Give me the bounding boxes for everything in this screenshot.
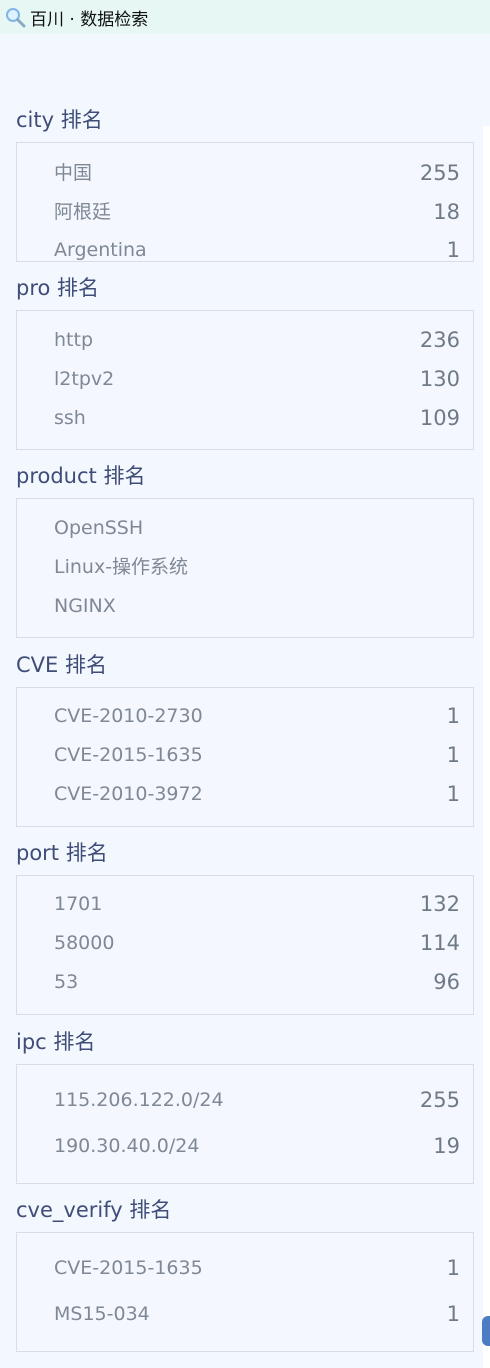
ranking-panel-ipc[interactable]: 115.206.122.0/24 255 190.30.40.0/24 19 (16, 1064, 474, 1184)
item-count: 255 (419, 1088, 460, 1112)
item-count: 18 (433, 200, 460, 224)
scroll-handle[interactable] (482, 1316, 490, 1346)
search-icon (6, 8, 26, 28)
item-label: MS15-034 (54, 1303, 150, 1325)
ranking-panel-pro[interactable]: http 236 l2tpv2 130 ssh 109 (16, 310, 474, 450)
section-ipc: ipc 排名 115.206.122.0/24 255 190.30.40.0/… (16, 1028, 474, 1186)
list-item[interactable]: 53 96 (17, 968, 473, 996)
list-item[interactable]: 58000 114 (17, 929, 473, 957)
item-label: CVE-2015-1635 (54, 1257, 203, 1279)
list-item[interactable]: 阿根廷 18 (17, 198, 473, 226)
list-item[interactable]: Linux-操作系统 (17, 553, 473, 581)
section-title-product: product 排名 (16, 464, 146, 488)
list-item[interactable]: ssh 109 (17, 404, 473, 432)
item-label: OpenSSH (54, 517, 144, 539)
list-item[interactable]: CVE-2015-1635 1 (17, 1254, 473, 1282)
title-bar: 百川 · 数据检索 (0, 0, 490, 34)
item-label: CVE-2015-1635 (54, 744, 203, 766)
section-title-city: city 排名 (16, 108, 103, 132)
list-item[interactable]: CVE-2010-3972 1 (17, 780, 473, 808)
list-item[interactable]: 190.30.40.0/24 19 (17, 1132, 473, 1160)
ranking-panel-product[interactable]: OpenSSH Linux-操作系统 NGINX (16, 498, 474, 638)
item-count: 1 (446, 743, 460, 767)
item-label: 53 (54, 971, 79, 993)
item-label: 1701 (54, 893, 103, 915)
section-product: product 排名 OpenSSH Linux-操作系统 NGINX (16, 462, 474, 642)
item-count: 19 (433, 1134, 460, 1158)
item-label: NGINX (54, 595, 116, 617)
item-label: CVE-2010-3972 (54, 783, 203, 805)
item-count: 1 (446, 1302, 460, 1326)
section-cve-verify: cve_verify 排名 CVE-2015-1635 1 MS15-034 1 (16, 1196, 474, 1354)
item-count: 1 (446, 238, 460, 262)
section-cve: CVE 排名 CVE-2010-2730 1 CVE-2015-1635 1 C… (16, 651, 474, 829)
list-item[interactable]: OpenSSH (17, 514, 473, 542)
item-label: l2tpv2 (54, 368, 115, 390)
list-item[interactable]: 中国 255 (17, 159, 473, 187)
item-label: CVE-2010-2730 (54, 705, 203, 727)
section-title-pro: pro 排名 (16, 276, 100, 300)
list-item[interactable]: l2tpv2 130 (17, 365, 473, 393)
item-label: 中国 (54, 162, 93, 184)
item-label: Argentina (54, 239, 147, 261)
item-count: 1 (446, 704, 460, 728)
item-count: 255 (419, 161, 460, 185)
item-count: 1 (446, 782, 460, 806)
section-city: city 排名 中国 255 阿根廷 18 Argentina 1 (16, 106, 474, 264)
item-label: 阿根廷 (54, 201, 112, 223)
app-title: 百川 · 数据检索 (30, 9, 149, 30)
item-count: 114 (419, 931, 460, 955)
section-title-ipc: ipc 排名 (16, 1030, 96, 1054)
list-item[interactable]: http 236 (17, 326, 473, 354)
section-title-port: port 排名 (16, 841, 108, 865)
item-label: http (54, 329, 94, 351)
ranking-panel-port[interactable]: 1701 132 58000 114 53 96 (16, 875, 474, 1015)
ranking-panel-cve[interactable]: CVE-2010-2730 1 CVE-2015-1635 1 CVE-2010… (16, 687, 474, 827)
scrollbar-track[interactable] (483, 126, 490, 1368)
section-port: port 排名 1701 132 58000 114 53 96 (16, 839, 474, 1017)
item-label: 190.30.40.0/24 (54, 1135, 200, 1157)
section-title-cve: CVE 排名 (16, 653, 107, 677)
list-item[interactable]: CVE-2010-2730 1 (17, 702, 473, 730)
item-label: Linux-操作系统 (54, 556, 189, 578)
item-count: 109 (419, 406, 460, 430)
list-item[interactable]: 1701 132 (17, 890, 473, 918)
item-count: 132 (419, 892, 460, 916)
list-item[interactable]: NGINX (17, 592, 473, 620)
item-count: 130 (419, 367, 460, 391)
list-item[interactable]: Argentina 1 (17, 236, 473, 262)
list-item[interactable]: 115.206.122.0/24 255 (17, 1086, 473, 1114)
item-count: 236 (419, 328, 460, 352)
ranking-panel-city[interactable]: 中国 255 阿根廷 18 Argentina 1 (16, 142, 474, 262)
item-count: 96 (433, 970, 460, 994)
ranking-panel-cve-verify[interactable]: CVE-2015-1635 1 MS15-034 1 (16, 1232, 474, 1352)
section-title-cve-verify: cve_verify 排名 (16, 1198, 172, 1222)
item-label: 58000 (54, 932, 115, 954)
list-item[interactable]: CVE-2015-1635 1 (17, 741, 473, 769)
section-pro: pro 排名 http 236 l2tpv2 130 ssh 109 (16, 274, 474, 452)
item-label: 115.206.122.0/24 (54, 1089, 224, 1111)
item-count: 1 (446, 1256, 460, 1280)
item-label: ssh (54, 407, 86, 429)
list-item[interactable]: MS15-034 1 (17, 1300, 473, 1328)
